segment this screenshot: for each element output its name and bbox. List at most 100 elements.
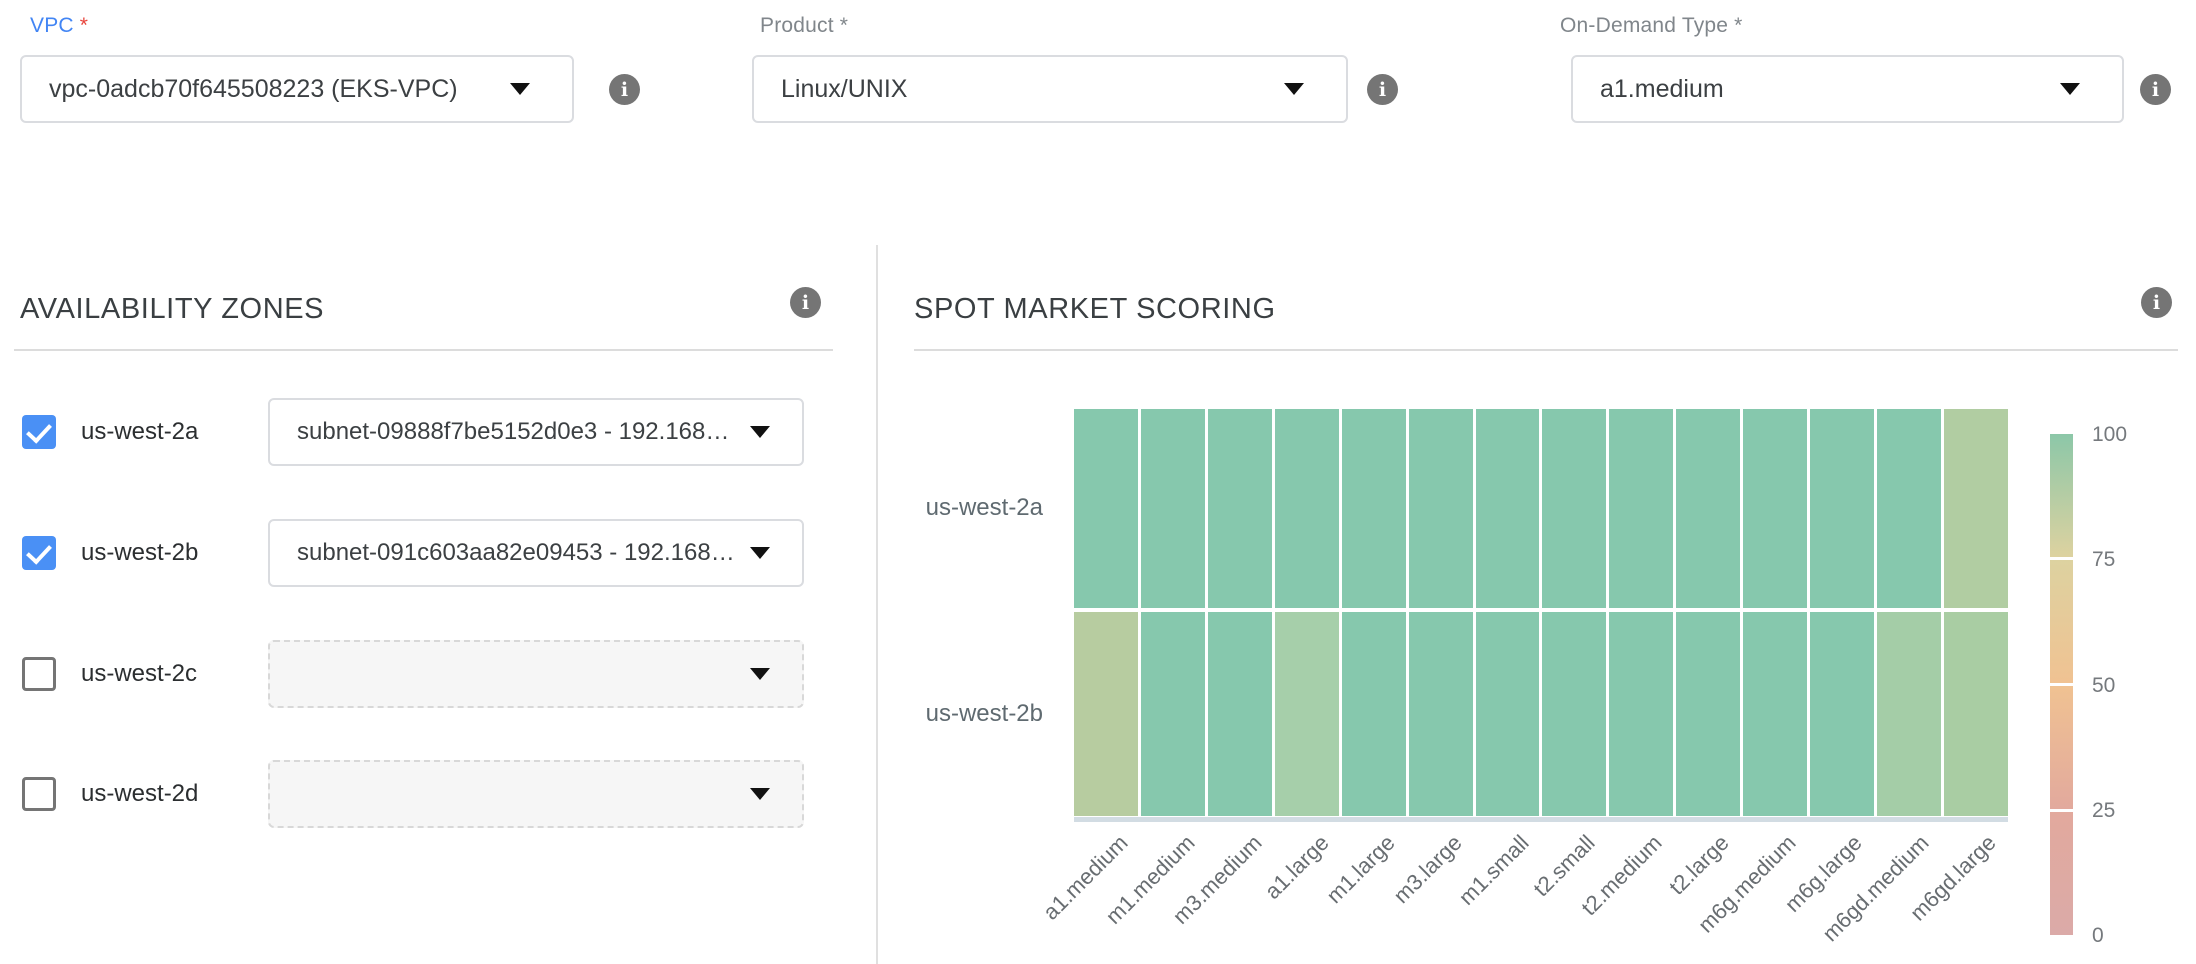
az-subnet-value: subnet-091c603aa82e09453 - 192.168… [270, 539, 750, 567]
az-subnet-value: subnet-09888f7be5152d0e3 - 192.168… [270, 418, 750, 446]
az-checkbox-us-west-2d[interactable] [22, 777, 56, 811]
heatmap-x-label-m3.medium: m3.medium [1136, 830, 1268, 962]
az-subnet-select-us-west-2c[interactable] [268, 640, 804, 708]
heatmap-cell-us-west-2b-t2.large [1676, 612, 1740, 816]
chevron-down-icon [750, 788, 770, 800]
heatmap-cell-us-west-2b-m3.medium [1208, 612, 1272, 816]
on-demand-type-label: On-Demand Type * [1560, 14, 1743, 38]
on-demand-type-required-asterisk: * [1734, 14, 1742, 37]
az-zone-label: us-west-2a [81, 418, 268, 446]
heatmap-cell-us-west-2b-t2.medium [1609, 612, 1673, 816]
spot-market-scoring-info-icon[interactable]: i [2141, 287, 2172, 318]
heatmap-cell-us-west-2b-m1.large [1342, 612, 1406, 816]
chevron-down-icon [750, 668, 770, 680]
heatmap-cell-us-west-2a-m3.large [1409, 409, 1473, 608]
heatmap-row-label-us-west-2b: us-west-2b [850, 700, 1043, 728]
vpc-select[interactable]: vpc-0adcb70f645508223 (EKS-VPC) [20, 55, 574, 123]
heatmap-cell-us-west-2a-t2.large [1676, 409, 1740, 608]
spot-market-scoring-title: SPOT MARKET SCORING [914, 293, 1276, 326]
az-subnet-select-us-west-2a[interactable]: subnet-09888f7be5152d0e3 - 192.168… [268, 398, 804, 466]
colorbar-segment [2050, 686, 2073, 809]
heatmap-cell-us-west-2a-m6gd.large [1944, 409, 2008, 608]
heatmap-x-label-t2.medium: t2.medium [1536, 830, 1668, 962]
heatmap-x-label-t2.large: t2.large [1603, 830, 1735, 962]
heatmap-cell-us-west-2b-a1.large [1275, 612, 1339, 816]
heatmap-x-label-m1.large: m1.large [1269, 830, 1401, 962]
az-zone-label: us-west-2d [81, 780, 268, 808]
az-row-us-west-2a: us-west-2a subnet-09888f7be5152d0e3 - 19… [22, 398, 829, 466]
heatmap-cell-us-west-2b-m3.large [1409, 612, 1473, 816]
az-zone-label: us-west-2c [81, 660, 268, 688]
az-zone-label: us-west-2b [81, 539, 268, 567]
heatmap-colorbar-ticks: 1007550250 [2092, 434, 2152, 935]
az-subnet-select-us-west-2b[interactable]: subnet-091c603aa82e09453 - 192.168… [268, 519, 804, 587]
heatmap-cell-us-west-2a-m1.medium [1141, 409, 1205, 608]
chevron-down-icon [510, 83, 530, 95]
on-demand-type-info-icon[interactable]: i [2140, 74, 2171, 105]
heatmap-grid [1074, 409, 2008, 816]
heatmap-cell-us-west-2b-m6g.large [1810, 612, 1874, 816]
heatmap-cell-us-west-2a-t2.small [1542, 409, 1606, 608]
az-row-us-west-2b: us-west-2b subnet-091c603aa82e09453 - 19… [22, 519, 829, 587]
heatmap-cell-us-west-2a-t2.medium [1609, 409, 1673, 608]
chevron-down-icon [1284, 83, 1304, 95]
colorbar-tick-100: 100 [2092, 423, 2127, 447]
heatmap-row-label-us-west-2a: us-west-2a [850, 494, 1043, 522]
colorbar-tick-75: 75 [2092, 548, 2115, 572]
heatmap-cell-us-west-2a-m6g.medium [1743, 409, 1807, 608]
product-info-icon[interactable]: i [1367, 74, 1398, 105]
colorbar-segment [2050, 434, 2073, 557]
heatmap-cell-us-west-2b-t2.small [1542, 612, 1606, 816]
panel-vertical-divider [876, 245, 878, 964]
availability-zones-title: AVAILABILITY ZONES [20, 293, 324, 326]
chevron-down-icon [750, 426, 770, 438]
heatmap-x-label-a1.large: a1.large [1202, 830, 1334, 962]
availability-zones-info-icon[interactable]: i [790, 287, 821, 318]
vpc-label: VPC * [30, 14, 88, 38]
on-demand-type-select[interactable]: a1.medium [1571, 55, 2124, 123]
heatmap-x-label-m6g.large: m6g.large [1736, 830, 1868, 962]
az-subnet-select-us-west-2d[interactable] [268, 760, 804, 828]
product-select[interactable]: Linux/UNIX [752, 55, 1348, 123]
heatmap-cell-us-west-2a-m1.large [1342, 409, 1406, 608]
colorbar-segment [2050, 560, 2073, 683]
heatmap-cell-us-west-2b-m1.small [1476, 612, 1540, 816]
az-row-us-west-2c: us-west-2c [22, 640, 829, 708]
spot-market-divider [914, 349, 2178, 351]
vpc-info-icon[interactable]: i [609, 74, 640, 105]
heatmap-cell-us-west-2a-m3.medium [1208, 409, 1272, 608]
heatmap-x-label-m1.medium: m1.medium [1069, 830, 1201, 962]
heatmap-cell-us-west-2a-m1.small [1476, 409, 1540, 608]
heatmap-x-label-m6gd.medium: m6gd.medium [1803, 830, 1935, 962]
heatmap-colorbar [2050, 434, 2073, 935]
heatmap-cell-us-west-2a-m6g.large [1810, 409, 1874, 608]
az-checkbox-us-west-2c[interactable] [22, 657, 56, 691]
on-demand-type-select-value: a1.medium [1573, 75, 2060, 104]
product-label: Product * [760, 14, 848, 38]
product-label-text: Product [760, 14, 834, 37]
heatmap-x-label-a1.medium: a1.medium [1002, 830, 1134, 962]
vpc-select-value: vpc-0adcb70f645508223 (EKS-VPC) [22, 75, 510, 104]
on-demand-type-label-text: On-Demand Type [1560, 14, 1728, 37]
availability-zones-divider [14, 349, 833, 351]
az-checkbox-us-west-2a[interactable] [22, 415, 56, 449]
product-required-asterisk: * [840, 14, 848, 37]
heatmap-cell-us-west-2b-m6gd.large [1944, 612, 2008, 816]
colorbar-tick-0: 0 [2092, 924, 2104, 948]
chevron-down-icon [750, 547, 770, 559]
heatmap-x-label-m3.large: m3.large [1336, 830, 1468, 962]
heatmap-x-label-m6g.medium: m6g.medium [1669, 830, 1801, 962]
heatmap-baseline [1074, 817, 2008, 822]
heatmap-cell-us-west-2b-a1.medium [1074, 612, 1138, 816]
vpc-label-text: VPC [30, 14, 74, 37]
heatmap-cell-us-west-2a-a1.large [1275, 409, 1339, 608]
colorbar-segment [2050, 812, 2073, 935]
az-row-us-west-2d: us-west-2d [22, 760, 829, 828]
vpc-required-asterisk: * [80, 14, 88, 37]
heatmap-x-labels: a1.mediumm1.mediumm3.mediuma1.largem1.la… [1074, 826, 2008, 964]
heatmap-cell-us-west-2a-a1.medium [1074, 409, 1138, 608]
az-checkbox-us-west-2b[interactable] [22, 536, 56, 570]
chevron-down-icon [2060, 83, 2080, 95]
heatmap-x-label-t2.small: t2.small [1469, 830, 1601, 962]
colorbar-tick-25: 25 [2092, 799, 2115, 823]
